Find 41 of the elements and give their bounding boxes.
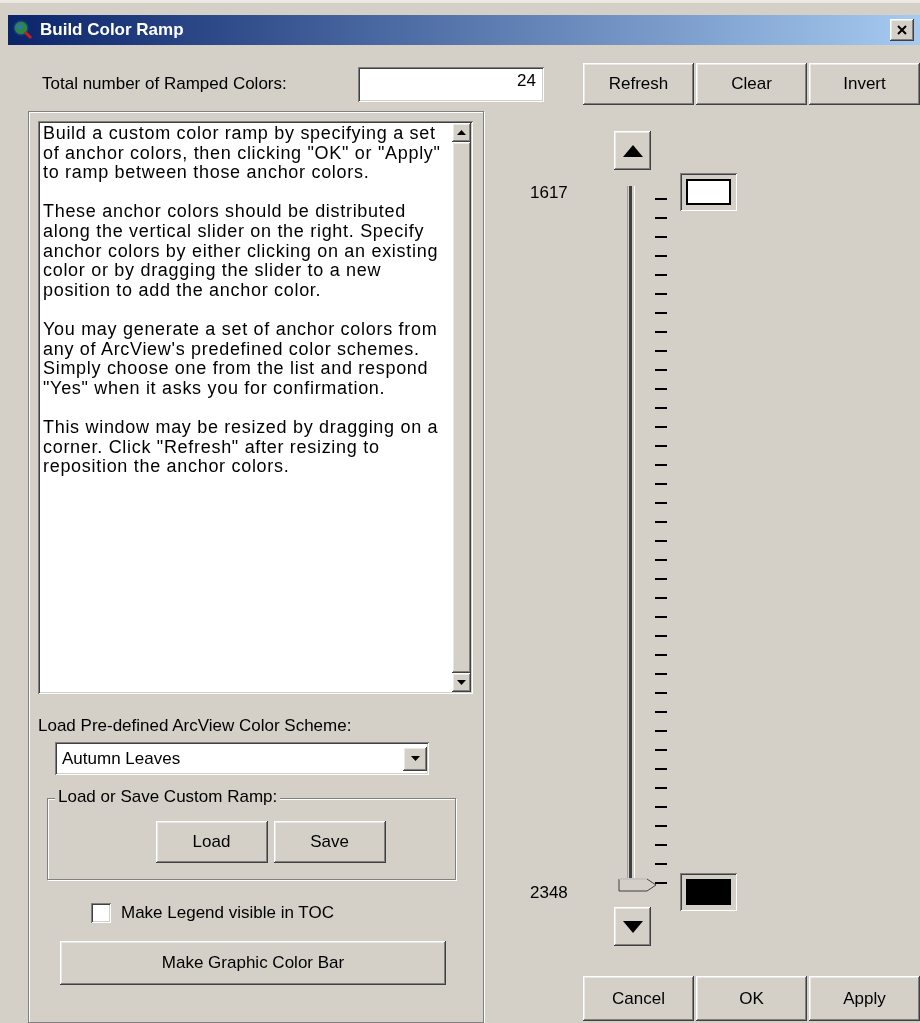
dropdown-button[interactable] [403,746,427,771]
down-arrow-icon [457,680,466,685]
close-button[interactable] [890,19,914,41]
down-arrow-icon [622,920,643,933]
instruction-paragraph: These anchor colors should be distributed along the vertical slider on the right. Specify anchor colors by either clicking on an existing color or by dragging the slider to a new position to add the anchor color. [43,202,440,301]
ramp-file-button[interactable]: Save [273,821,386,863]
checkbox-label: Make Legend visible in TOC [121,903,334,923]
color-bar-button[interactable]: Make Graphic Color Bar [60,941,446,985]
instructions-text-area[interactable] [38,121,473,694]
window-title: Build Color Ramp [40,20,185,40]
instruction-paragraph: You may generate a set of anchor colors from any of ArcView's predefined color schemes. Simply choose one from the list and respond "Yes" when it asks you for confirmation. [43,319,439,399]
slider-thumb[interactable] [618,878,658,892]
anchor-color-swatch[interactable] [680,873,737,911]
dialog-button[interactable]: OK [696,976,807,1021]
anchor-value: 1617 [530,183,568,203]
close-icon [897,25,907,35]
ramp-action-button[interactable]: Invert [809,63,920,105]
anchor-value: 2348 [530,883,568,903]
ramp-action-button[interactable]: Refresh [583,63,694,105]
up-arrow-icon [457,130,466,135]
ramp-count-label: Total number of Ramped Colors: [42,74,288,94]
slider-down-button[interactable] [614,907,651,946]
scrollbar-thumb[interactable] [452,142,471,673]
ramp-count-field[interactable]: 24 [358,66,544,102]
slider-up-button[interactable] [614,131,651,170]
ramp-action-button[interactable]: Clear [696,63,807,105]
down-arrow-icon [410,756,420,761]
up-arrow-icon [622,144,643,157]
legend-checkbox[interactable] [91,903,111,923]
instruction-paragraph: Build a custom color ramp by specifying a set of anchor colors, then clicking "OK" or "Apply" to ramp between those anchor colors. [43,124,442,183]
anchor-color-swatch[interactable] [680,173,737,211]
instruction-paragraph: This window may be resized by dragging on a corner. Click "Refresh" after resizing to reposition the anchor colors. [43,417,440,477]
scroll-up-button[interactable] [452,123,471,142]
scheme-dropdown[interactable]: Autumn Leaves [55,742,429,775]
dialog-button[interactable]: Cancel [583,976,694,1021]
scheme-label: Load Pre-defined ArcView Color Scheme: [38,716,353,736]
scroll-down-button[interactable] [452,673,471,692]
dialog-button[interactable]: Apply [809,976,920,1021]
globe-magnifier-icon [12,19,34,41]
group-title: Load or Save Custom Ramp: [55,787,281,807]
ramp-file-button[interactable]: Load [155,821,268,863]
